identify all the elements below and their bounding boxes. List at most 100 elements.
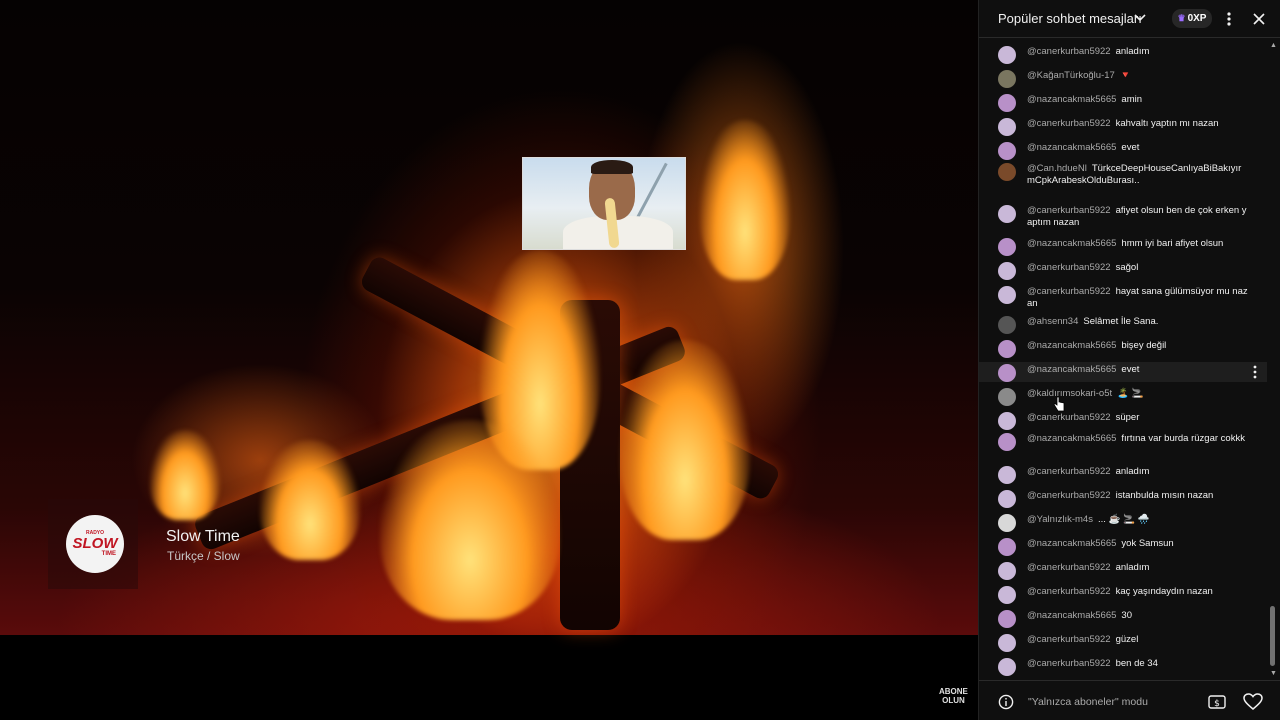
chat-username[interactable]: @kaldırımsokari-o5t [1027,388,1112,399]
chat-username[interactable]: @canerkurban5922 [1027,286,1111,297]
chat-username[interactable]: @canerkurban5922 [1027,412,1111,423]
chat-username[interactable]: @KağanTürkoğlu-17 [1027,70,1115,81]
scroll-down-arrow-icon[interactable]: ▼ [1270,670,1277,677]
scroll-up-arrow-icon[interactable]: ▲ [1270,42,1277,49]
user-avatar[interactable] [998,262,1016,280]
chat-message[interactable]: @Can.hdueNl TürkceDeepHouseCanlıyaBiBakıy… [979,163,1267,201]
chat-username[interactable]: @nazancakmak5665 [1027,142,1116,153]
chat-message[interactable]: @ahsenn34 Selâmet İle Sana. [979,316,1267,336]
chat-username[interactable]: @canerkurban5922 [1027,586,1111,597]
chat-message[interactable]: @canerkurban5922 süper [979,412,1267,432]
chat-username[interactable]: @canerkurban5922 [1027,466,1111,477]
chat-message[interactable]: @nazancakmak5665 fırtına var burda rüzgar… [979,433,1267,461]
user-avatar[interactable] [998,340,1016,358]
user-avatar[interactable] [998,586,1016,604]
chat-username[interactable]: @canerkurban5922 [1027,658,1111,669]
info-icon[interactable] [998,694,1014,710]
chat-mode-dropdown[interactable]: Popüler sohbet mesajları [998,11,1142,26]
user-avatar[interactable] [998,94,1016,112]
user-avatar[interactable] [998,238,1016,256]
chat-message[interactable]: @nazancakmak5665 amin [979,94,1267,114]
user-avatar[interactable] [998,70,1016,88]
user-avatar[interactable] [998,205,1016,223]
chat-username[interactable]: @canerkurban5922 [1027,205,1111,216]
chat-message[interactable]: @canerkurban5922 ben de 34 [979,658,1267,678]
chat-message[interactable]: @nazancakmak5665 evet [979,142,1267,162]
user-avatar[interactable] [998,163,1016,181]
super-chat-dollar-icon[interactable]: $ [1208,694,1226,710]
user-avatar[interactable] [998,142,1016,160]
subscribe-watermark[interactable]: ABONE OLUN [939,687,968,705]
chat-message[interactable]: @canerkurban5922 kaç yaşındaydın nazan [979,586,1267,606]
message-more-options-icon[interactable] [1253,365,1257,379]
user-avatar[interactable] [998,364,1016,382]
user-avatar[interactable] [998,538,1016,556]
chat-message[interactable]: @canerkurban5922 anladım [979,46,1267,66]
chat-scrollbar[interactable] [1267,40,1277,680]
chat-message[interactable]: @canerkurban5922 istanbulda mısın nazan [979,490,1267,510]
user-avatar[interactable] [998,316,1016,334]
close-icon[interactable] [1251,11,1267,27]
chat-message-text: 🔻 [1119,70,1132,81]
chat-username[interactable]: @canerkurban5922 [1027,490,1111,501]
chat-username[interactable]: @Can.hdueNl [1027,163,1087,174]
chat-username[interactable]: @canerkurban5922 [1027,562,1111,573]
chat-message[interactable]: @kaldırımsokari-o5t 🏝️ 🚬 [979,388,1267,408]
chat-username[interactable]: @canerkurban5922 [1027,262,1111,273]
user-avatar[interactable] [998,46,1016,64]
chat-message[interactable]: @canerkurban5922 kahvaltı yaptın mı nazan [979,118,1267,138]
chat-username[interactable]: @nazancakmak5665 [1027,433,1116,444]
user-avatar[interactable] [998,118,1016,136]
campfire-video-frame [0,0,978,635]
xp-badge[interactable]: ♛ 0XP [1172,9,1212,28]
crown-icon: ♛ [1177,13,1186,23]
chat-username[interactable]: @canerkurban5922 [1027,634,1111,645]
more-options-icon[interactable] [1223,10,1235,28]
user-avatar[interactable] [998,514,1016,532]
chat-message[interactable]: @nazancakmak5665 bişey değil [979,340,1267,360]
chat-username[interactable]: @canerkurban5922 [1027,46,1111,57]
chat-message-body: @nazancakmak5665 evet [1027,142,1249,154]
user-avatar[interactable] [998,466,1016,484]
chat-message[interactable]: @canerkurban5922 sağol [979,262,1267,282]
scrollbar-thumb[interactable] [1270,606,1275,666]
user-avatar[interactable] [998,286,1016,304]
chat-message[interactable]: @nazancakmak5665 evet [979,362,1267,382]
chat-message[interactable]: @Yalnızlık-m4s ... ☕ 🚬 🌧️ [979,514,1267,534]
slow-time-logo: RADYO SLOW TIME [66,515,124,573]
chat-message-body: @canerkurban5922 hayat sana gülümsüyor mu… [1027,286,1249,310]
chat-message-text: fırtına var burda rüzgar cokkk [1121,433,1245,444]
chat-message[interactable]: @nazancakmak5665 hmm iyi bari afiyet olsu… [979,238,1267,258]
flame [150,430,220,520]
user-avatar[interactable] [998,412,1016,430]
user-avatar[interactable] [998,490,1016,508]
chat-username[interactable]: @nazancakmak5665 [1027,238,1116,249]
chevron-down-icon[interactable] [1134,13,1146,23]
chat-message[interactable]: @nazancakmak5665 yok Samsun [979,538,1267,558]
chat-message[interactable]: @canerkurban5922 hayat sana gülümsüyor mu… [979,286,1267,312]
chat-username[interactable]: @ahsenn34 [1027,316,1078,327]
user-avatar[interactable] [998,658,1016,676]
chat-username[interactable]: @canerkurban5922 [1027,118,1111,129]
user-avatar[interactable] [998,433,1016,451]
chat-message[interactable]: @nazancakmak5665 30 [979,610,1267,630]
chat-message[interactable]: @canerkurban5922 anladım [979,562,1267,582]
chat-message[interactable]: @canerkurban5922 güzel [979,634,1267,654]
chat-message-list[interactable]: @canerkurban5922 anladım @KağanTürkoğlu-17… [979,40,1280,680]
chat-message[interactable]: @KağanTürkoğlu-17 🔻 [979,70,1267,90]
user-avatar[interactable] [998,562,1016,580]
chat-username[interactable]: @nazancakmak5665 [1027,610,1116,621]
chat-message[interactable]: @canerkurban5922 afiyet olsun ben de çok … [979,205,1267,233]
chat-username[interactable]: @nazancakmak5665 [1027,364,1116,375]
chat-username[interactable]: @nazancakmak5665 [1027,340,1116,351]
heart-icon[interactable] [1243,693,1263,711]
user-avatar[interactable] [998,388,1016,406]
chat-message-body: @nazancakmak5665 evet [1027,364,1249,376]
chat-username[interactable]: @nazancakmak5665 [1027,538,1116,549]
video-player[interactable]: RADYO SLOW TIME Slow Time Türkçe / Slow … [0,0,978,720]
chat-username[interactable]: @Yalnızlık-m4s [1027,514,1093,525]
user-avatar[interactable] [998,610,1016,628]
chat-username[interactable]: @nazancakmak5665 [1027,94,1116,105]
chat-message[interactable]: @canerkurban5922 anladım [979,466,1267,486]
user-avatar[interactable] [998,634,1016,652]
